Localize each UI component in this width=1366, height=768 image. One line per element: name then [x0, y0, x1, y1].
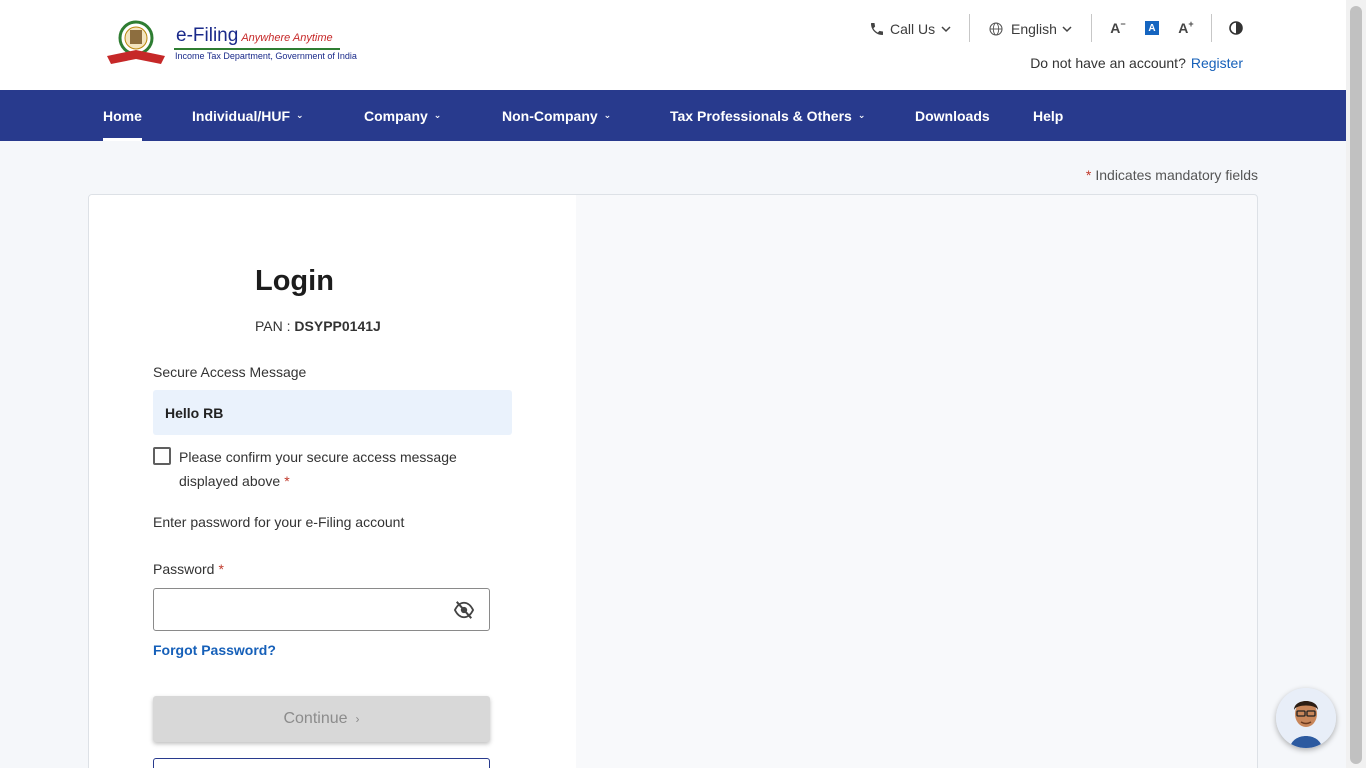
emblem-icon: [107, 20, 165, 64]
enter-password-text: Enter password for your e-Filing account: [153, 514, 405, 530]
chevron-right-icon: ›: [355, 712, 360, 726]
password-field: [153, 588, 490, 631]
nav-non-company[interactable]: Non-Company ⌄: [502, 90, 611, 141]
chevron-down-icon: ⌄: [603, 110, 612, 120]
password-input[interactable]: [154, 589, 444, 630]
contrast-toggle-icon[interactable]: [1229, 21, 1243, 35]
continue-label: Continue: [283, 710, 348, 727]
chevron-down-icon: ⌄: [857, 110, 866, 120]
login-card: Login PAN : DSYPP0141J Secure Access Mes…: [88, 194, 1258, 768]
header-divider: [1211, 14, 1212, 42]
page-scrollbar[interactable]: [1346, 0, 1366, 768]
globe-icon: [989, 22, 1003, 36]
nav-downloads[interactable]: Downloads: [915, 90, 990, 141]
scrollbar-thumb[interactable]: [1350, 6, 1362, 764]
pan-label: PAN :: [255, 318, 291, 334]
logo-tagline: Anywhere Anytime: [241, 32, 333, 44]
required-asterisk: *: [218, 561, 224, 577]
logo-subtitle: Income Tax Department, Government of Ind…: [175, 51, 357, 61]
confirm-label: Please confirm your secure access messag…: [179, 449, 457, 489]
nav-home[interactable]: Home: [103, 90, 142, 141]
required-asterisk: *: [284, 473, 290, 489]
header-divider: [1091, 14, 1092, 42]
font-increase-button[interactable]: A +: [1176, 18, 1196, 38]
account-text: Do not have an account?: [1030, 55, 1186, 71]
call-us-label: Call Us: [890, 21, 936, 37]
chevron-down-icon: ⌄: [433, 110, 442, 120]
chevron-down-icon: [1062, 26, 1072, 33]
back-button[interactable]: [153, 758, 490, 768]
language-dropdown[interactable]: English: [988, 16, 1072, 42]
efiling-logo[interactable]: e-Filing Anywhere Anytime Income Tax Depa…: [103, 18, 357, 68]
secure-access-label: Secure Access Message: [153, 364, 307, 380]
account-prompt: Do not have an account? Register: [1030, 55, 1243, 71]
pan-info: PAN : DSYPP0141J: [255, 318, 381, 334]
logo-title: e-Filing Anywhere Anytime: [176, 25, 333, 46]
forgot-password-link[interactable]: Forgot Password?: [153, 642, 276, 658]
register-link[interactable]: Register: [1191, 55, 1243, 71]
required-asterisk: *: [1085, 167, 1092, 183]
login-form-panel: Login PAN : DSYPP0141J Secure Access Mes…: [89, 195, 576, 768]
continue-button[interactable]: Continue ›: [153, 696, 490, 742]
pan-value: DSYPP0141J: [294, 318, 381, 334]
secure-access-message: Hello RB: [153, 390, 512, 435]
assistant-avatar-icon: [1276, 688, 1336, 748]
font-reset-button[interactable]: A: [1145, 21, 1159, 35]
confirm-text-wrap: Please confirm your secure access messag…: [179, 445, 493, 493]
eye-off-icon[interactable]: [453, 600, 475, 620]
nav-help[interactable]: Help: [1033, 90, 1063, 141]
password-label: Password *: [153, 561, 224, 577]
call-us-dropdown[interactable]: Call Us: [869, 16, 951, 42]
main-nav: Home Individual/HUF ⌄ Company ⌄ Non-Compan…: [0, 90, 1346, 141]
language-label: English: [1011, 21, 1057, 37]
logo-divider: [174, 48, 340, 50]
page-title: Login: [255, 265, 334, 297]
font-decrease-button[interactable]: A −: [1108, 18, 1128, 38]
confirm-checkbox[interactable]: [153, 447, 171, 465]
nav-company[interactable]: Company ⌄: [364, 90, 441, 141]
chatbot-button[interactable]: [1276, 688, 1336, 748]
header-divider: [969, 14, 970, 42]
nav-individual-huf[interactable]: Individual/HUF ⌄: [192, 90, 304, 141]
phone-icon: [871, 23, 883, 35]
chevron-down-icon: [941, 26, 951, 33]
confirm-message-row: Please confirm your secure access messag…: [153, 445, 493, 493]
top-header: e-Filing Anywhere Anytime Income Tax Depa…: [0, 0, 1346, 90]
mandatory-note: * Indicates mandatory fields: [1085, 167, 1258, 183]
nav-tax-professionals[interactable]: Tax Professionals & Others ⌄: [670, 90, 865, 141]
chevron-down-icon: ⌄: [296, 110, 304, 120]
